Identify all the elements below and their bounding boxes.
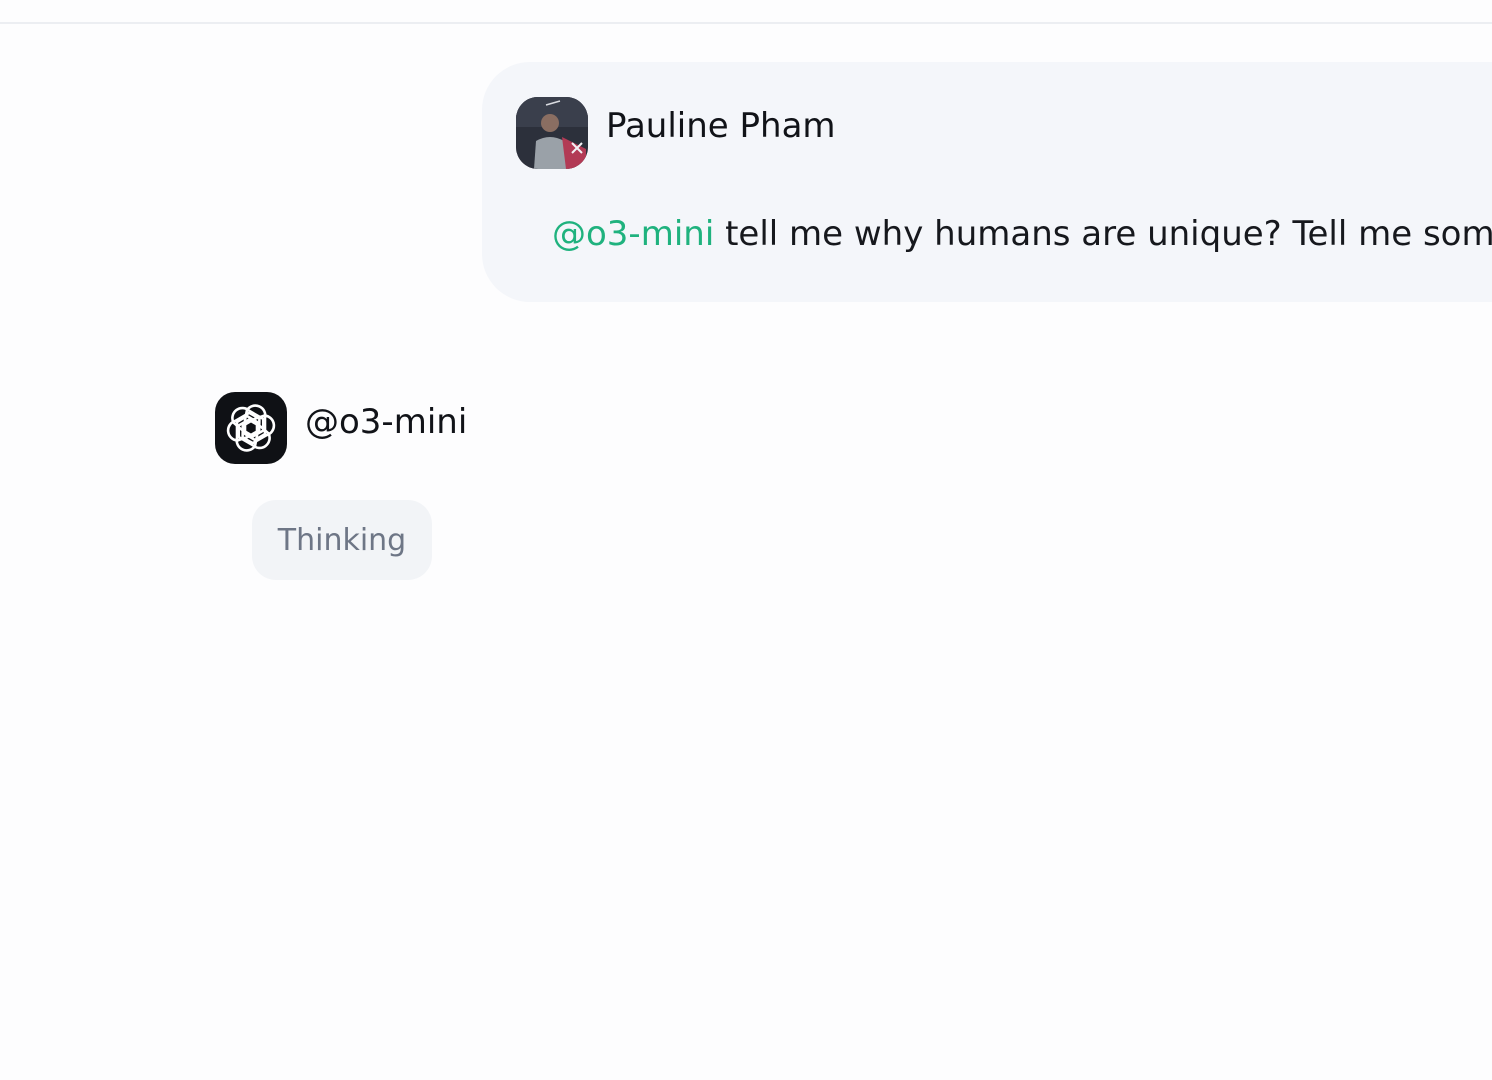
bot-name: @o3-mini xyxy=(305,402,468,442)
chat-page: Pauline Pham @o3-mini tell me why humans… xyxy=(0,0,1492,1080)
top-divider xyxy=(0,22,1492,24)
thinking-indicator[interactable]: Thinking xyxy=(252,500,432,580)
user-message-bubble: Pauline Pham @o3-mini tell me why humans… xyxy=(482,62,1492,302)
thinking-label: Thinking xyxy=(277,522,407,558)
user-message-body: tell me why humans are unique? Tell me s… xyxy=(714,214,1492,254)
user-message-text: @o3-mini tell me why humans are unique? … xyxy=(552,214,1492,254)
model-mention[interactable]: @o3-mini xyxy=(552,214,714,254)
user-name: Pauline Pham xyxy=(606,106,836,146)
user-avatar[interactable] xyxy=(516,97,588,169)
user-photo-avatar-icon xyxy=(516,97,588,169)
bot-avatar[interactable] xyxy=(215,392,287,464)
openai-logo-icon xyxy=(226,404,276,452)
